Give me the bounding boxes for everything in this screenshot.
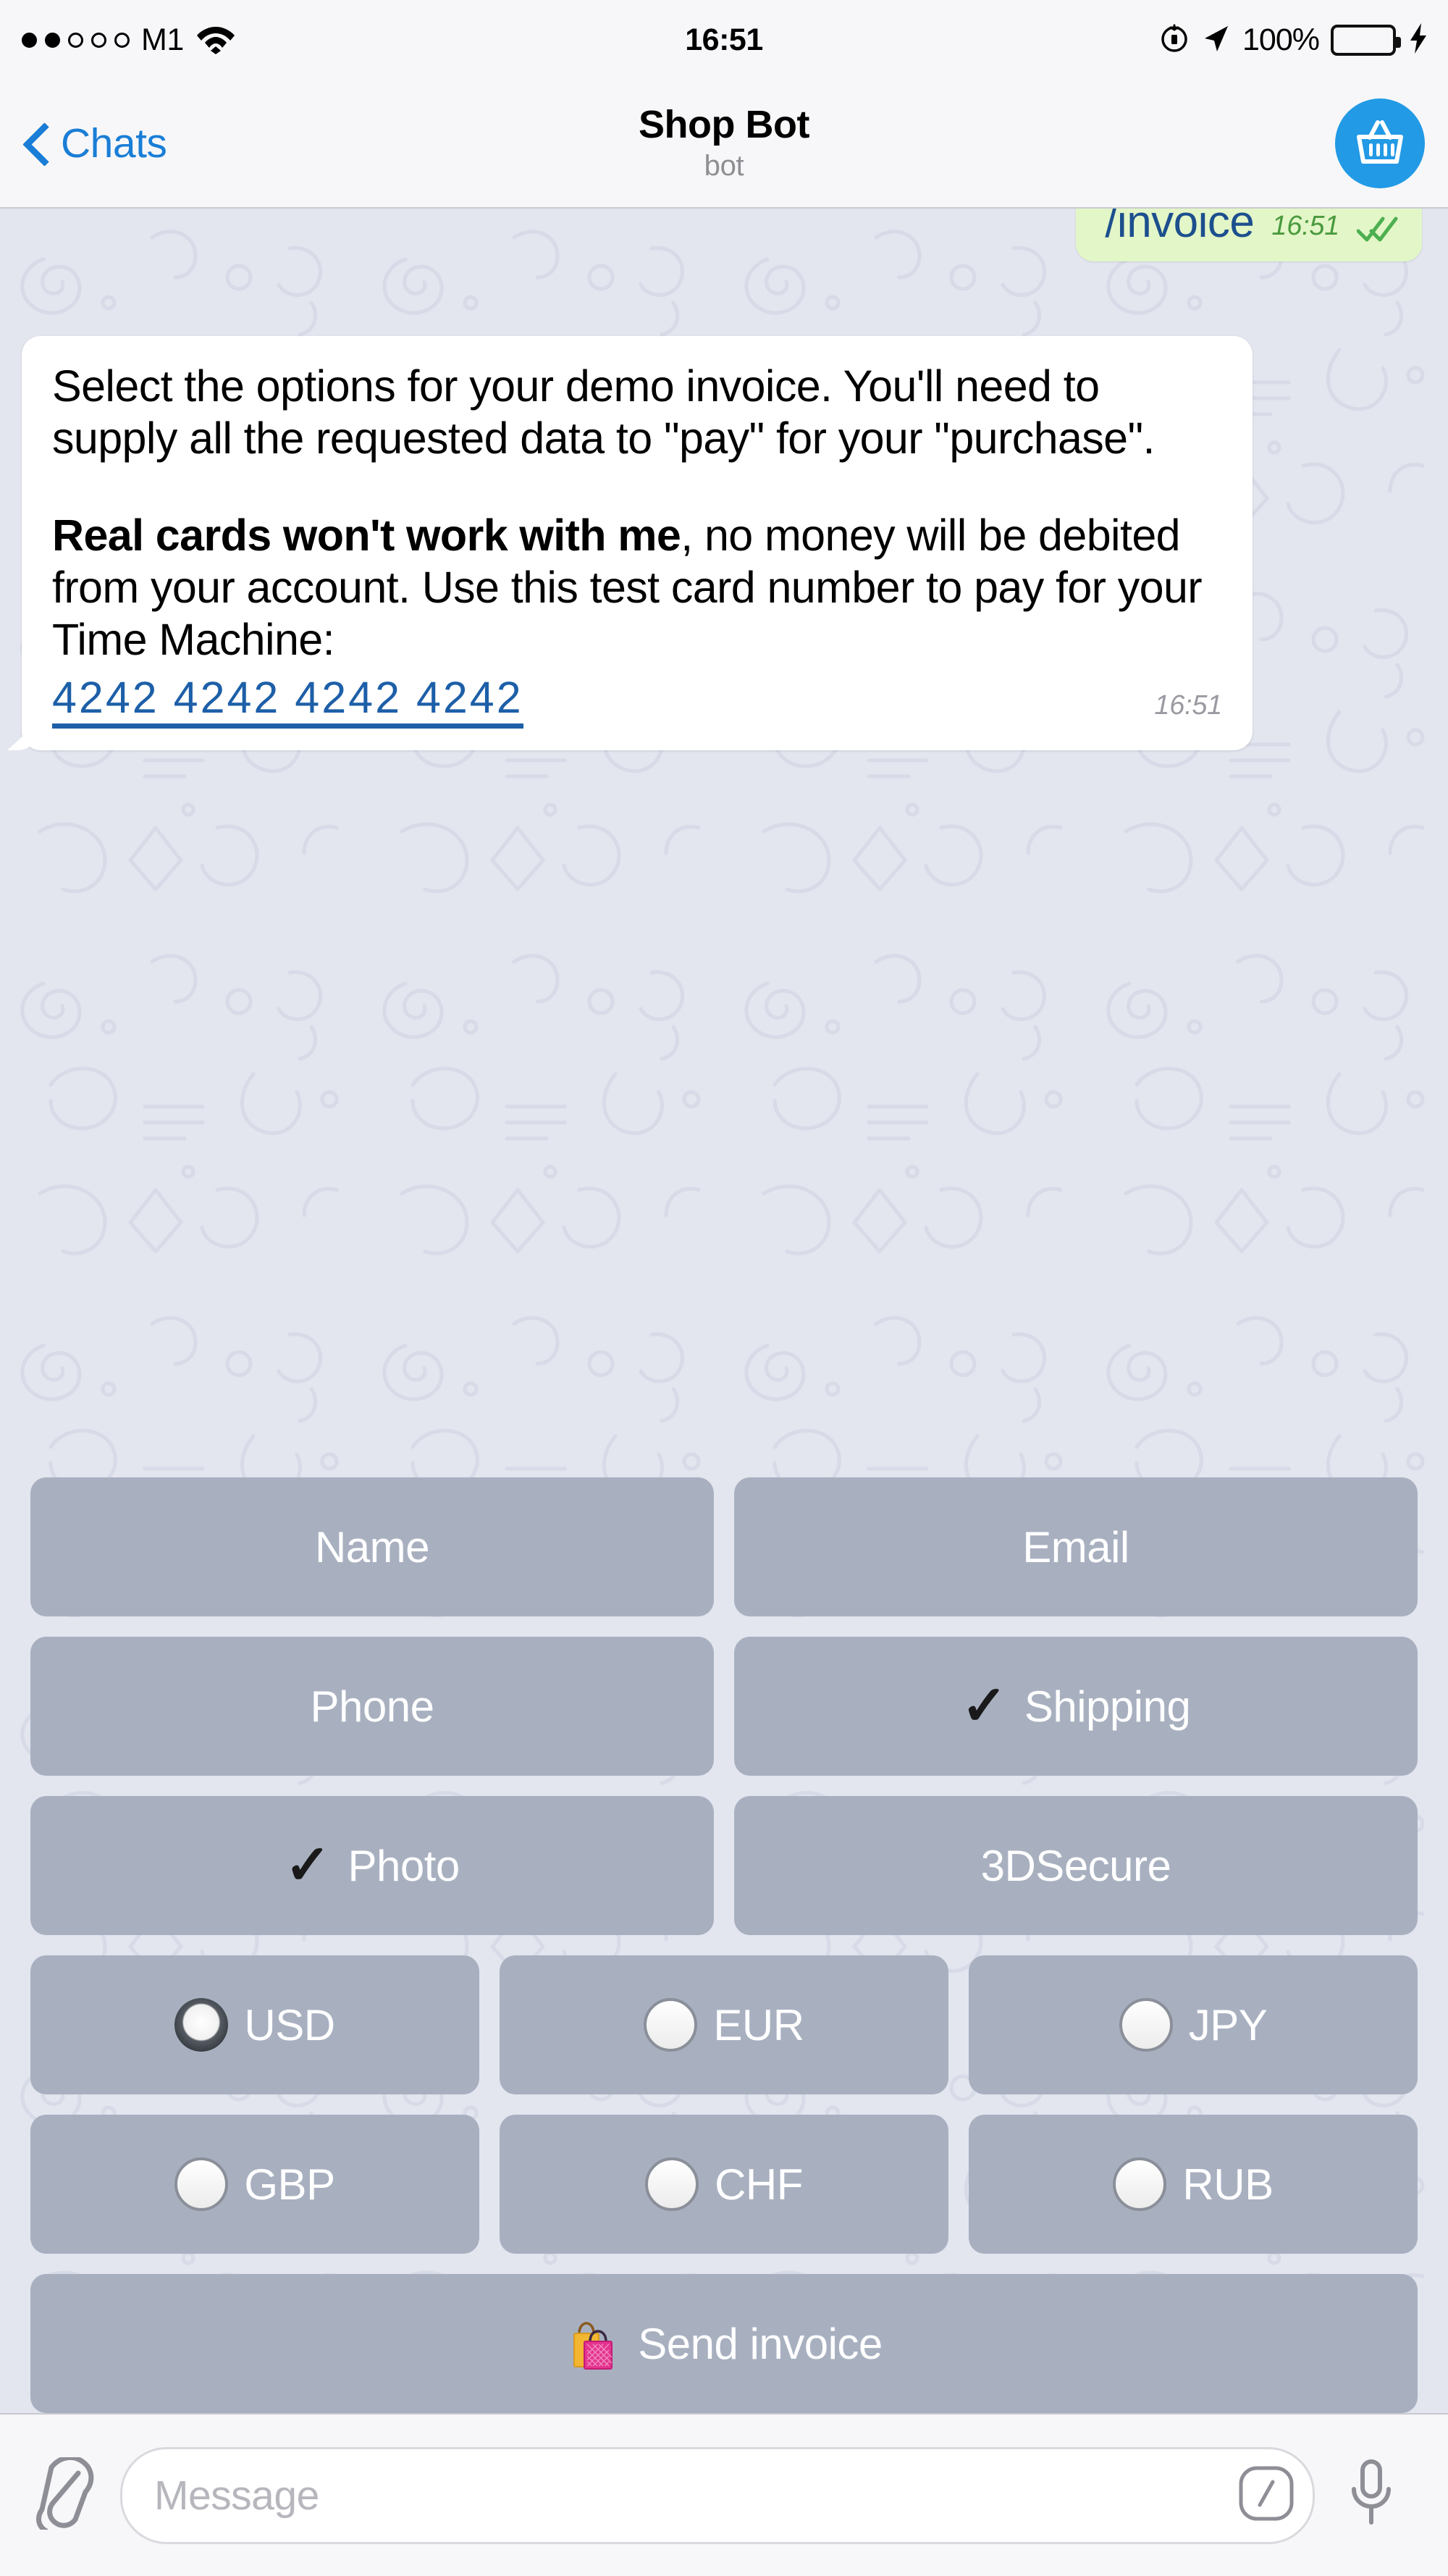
card-number-row: 4242 4242 4242 4242 16:51 [52,673,1222,729]
keyboard-button-eur[interactable]: EUR [500,1955,948,2094]
battery-percent-label: 100% [1242,22,1320,57]
radio-empty-icon [1113,2157,1167,2211]
outgoing-message-time: 16:51 [1271,211,1339,242]
keyboard-button-jpy-label: JPY [1188,2000,1268,2050]
test-card-number-link[interactable]: 4242 4242 4242 4242 [52,673,523,729]
message-input-placeholder: Message [154,2472,319,2519]
keyboard-button-gbp[interactable]: GBP [30,2115,479,2254]
charging-bolt-icon [1407,22,1429,59]
microphone-icon [1347,2457,1395,2533]
keyboard-button-3dsecure[interactable]: 3DSecure [734,1796,1418,1935]
radio-empty-icon [644,1998,698,2052]
outgoing-message-bubble[interactable]: /invoice 16:51 [1076,209,1422,262]
chat-title: Shop Bot [639,103,809,147]
keyboard-row-1: Name Email [30,1477,1418,1616]
keyboard-button-shipping-label: Shipping [1024,1682,1191,1731]
keyboard-row-currency-2: GBP CHF RUB [30,2115,1418,2254]
keyboard-button-send-invoice[interactable]: Send invoice [30,2274,1418,2413]
radio-empty-icon [645,2157,699,2211]
incoming-message-time: 16:51 [1154,689,1222,721]
keyboard-button-chf[interactable]: CHF [500,2115,948,2254]
radio-empty-icon [1119,1998,1173,2052]
keyboard-button-phone-label: Phone [310,1682,435,1731]
keyboard-row-send: Send invoice [30,2274,1418,2413]
keyboard-button-name[interactable]: Name [30,1477,714,1616]
outgoing-message-text: /invoice [1105,209,1255,247]
keyboard-button-usd-label: USD [244,2000,335,2050]
checkmark-icon: ✓ [961,1674,1008,1737]
message-input-bar: Message [0,2413,1448,2576]
keyboard-button-phone[interactable]: Phone [30,1637,714,1776]
keyboard-button-email[interactable]: Email [734,1477,1418,1616]
keyboard-button-name-label: Name [314,1522,430,1572]
rotation-lock-icon [1158,22,1190,58]
status-bar-clock: 16:51 [685,22,763,57]
keyboard-button-photo-label: Photo [348,1841,460,1890]
incoming-message-bubble[interactable]: Select the options for your demo invoice… [22,336,1253,750]
location-arrow-icon [1202,22,1231,58]
attach-button[interactable] [30,2454,103,2534]
checkmark-icon: ✓ [285,1834,331,1896]
avatar[interactable] [1335,98,1425,188]
incoming-paragraph-2-bold: Real cards won't work with me [52,510,681,560]
back-button-label: Chats [61,120,167,167]
keyboard-button-send-invoice-label: Send invoice [638,2319,883,2368]
keyboard-row-currency-1: USD EUR JPY [30,1955,1418,2094]
keyboard-button-gbp-label: GBP [244,2160,335,2209]
radio-selected-icon [174,1998,229,2052]
status-bar: M1 16:51 100% [0,0,1448,80]
keyboard-button-photo[interactable]: ✓ Photo [30,1796,714,1935]
keyboard-button-rub-label: RUB [1182,2160,1274,2209]
paperclip-icon [33,2454,100,2534]
slash-command-button[interactable] [1236,2465,1297,2526]
inline-keyboard: Name Email Phone ✓ Shipping ✓ Photo 3DSe… [0,1477,1448,2413]
back-button[interactable]: Chats [25,80,167,207]
telegram-chat-screen: M1 16:51 100% Chats Shop Bot bot /invoic… [0,0,1448,2576]
chevron-left-icon [25,124,46,163]
keyboard-button-email-label: Email [1022,1522,1129,1572]
keyboard-button-eur-label: EUR [713,2000,804,2050]
incoming-paragraph-1: Select the options for your demo invoice… [52,361,1156,463]
shopping-bags-icon [565,2315,622,2372]
keyboard-button-3dsecure-label: 3DSecure [980,1841,1171,1890]
nav-title-block: Shop Bot bot [0,80,1448,207]
read-checks-icon [1357,214,1398,246]
radio-empty-icon [174,2157,229,2211]
keyboard-button-chf-label: CHF [715,2160,803,2209]
keyboard-button-jpy[interactable]: JPY [969,1955,1418,2094]
incoming-paragraph-2: Real cards won't work with me, no money … [52,510,1222,666]
chat-message-list[interactable]: /invoice 16:51 Select the options for yo… [0,209,1448,2413]
shopping-basket-icon [1352,114,1408,174]
nav-bar: Chats Shop Bot bot [0,80,1448,209]
battery-icon [1331,24,1401,56]
keyboard-button-usd[interactable]: USD [30,1955,479,2094]
status-bar-right: 100% [1158,0,1429,80]
keyboard-button-shipping[interactable]: ✓ Shipping [734,1637,1418,1776]
chat-subtitle: bot [704,149,744,182]
keyboard-button-rub[interactable]: RUB [969,2115,1418,2254]
message-input-field[interactable]: Message [120,2446,1315,2544]
slash-command-icon [1236,2463,1297,2527]
keyboard-row-3: ✓ Photo 3DSecure [30,1796,1418,1935]
voice-message-button[interactable] [1335,2459,1407,2532]
keyboard-row-2: Phone ✓ Shipping [30,1637,1418,1776]
